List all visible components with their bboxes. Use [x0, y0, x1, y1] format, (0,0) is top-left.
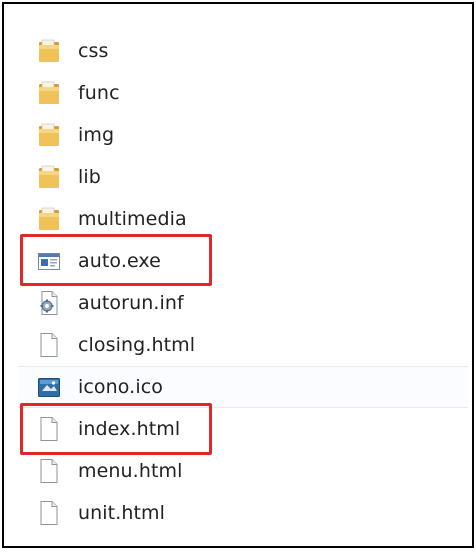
item-name: img	[78, 124, 115, 146]
document-icon	[38, 332, 60, 358]
list-item-closing-html[interactable]: closing.html	[38, 324, 468, 366]
highlight-box-index-html	[20, 403, 212, 455]
list-item-css[interactable]: css	[38, 30, 468, 72]
document-icon	[38, 458, 60, 484]
list-item-icono-ico[interactable]: icono.ico	[18, 366, 468, 408]
folder-icon	[38, 164, 60, 190]
item-name: autorun.inf	[78, 292, 184, 314]
image-ico-icon	[38, 374, 60, 400]
item-name: func	[78, 82, 120, 104]
folder-icon	[38, 80, 60, 106]
list-item-autorun-inf[interactable]: autorun.inf	[38, 282, 468, 324]
folder-icon	[38, 38, 60, 64]
list-item-unit-html[interactable]: unit.html	[38, 492, 468, 534]
settings-file-icon	[38, 290, 60, 316]
list-item-lib[interactable]: lib	[38, 156, 468, 198]
item-name: unit.html	[78, 502, 166, 524]
list-item-img[interactable]: img	[38, 114, 468, 156]
folder-icon	[38, 206, 60, 232]
item-name: icono.ico	[78, 376, 163, 398]
item-name: multimedia	[78, 208, 187, 230]
item-name: menu.html	[78, 460, 183, 482]
file-explorer-window: css func img lib multimedia auto.exe aut…	[2, 2, 474, 548]
list-item-menu-html[interactable]: menu.html	[38, 450, 468, 492]
item-name: lib	[78, 166, 101, 188]
highlight-box-auto-exe	[20, 234, 212, 286]
list-item-func[interactable]: func	[38, 72, 468, 114]
folder-icon	[38, 122, 60, 148]
item-name: css	[78, 40, 109, 62]
document-icon	[38, 500, 60, 526]
item-name: closing.html	[78, 334, 196, 356]
